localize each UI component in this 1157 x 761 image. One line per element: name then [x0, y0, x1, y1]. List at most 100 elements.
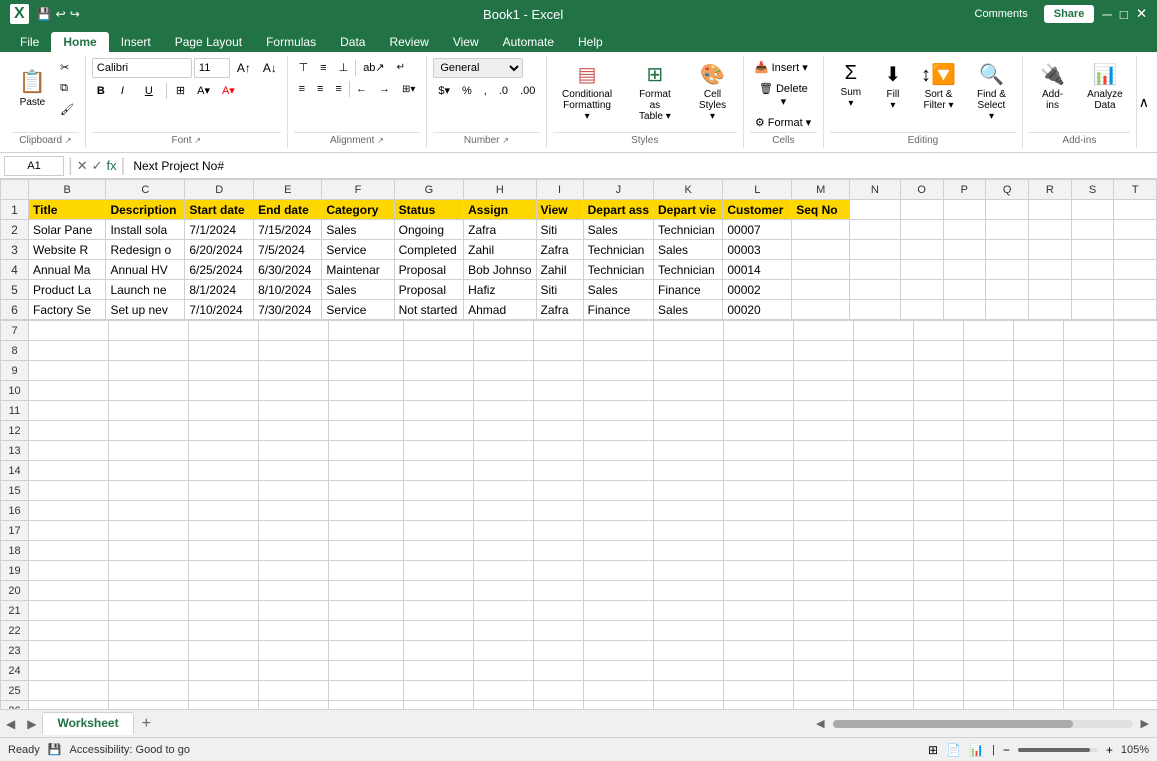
cell-empty[interactable]	[259, 541, 329, 561]
cell-empty[interactable]	[794, 601, 854, 621]
cell-empty[interactable]	[794, 621, 854, 641]
cell-empty[interactable]	[474, 601, 534, 621]
align-bottom-btn[interactable]: ⊥	[334, 58, 354, 77]
cell-empty[interactable]	[914, 401, 964, 421]
cell-J2[interactable]: Sales	[583, 220, 653, 240]
cell-K2[interactable]: Technician	[654, 220, 723, 240]
cell-empty[interactable]	[534, 421, 584, 441]
normal-view-btn[interactable]: ⊞	[928, 743, 938, 757]
cell-empty[interactable]	[474, 341, 534, 361]
cell-empty[interactable]	[654, 441, 724, 461]
cell-C3[interactable]: Redesign o	[106, 240, 185, 260]
col-header-C[interactable]: C	[106, 180, 185, 200]
cell-K6[interactable]: Sales	[654, 300, 723, 320]
align-middle-btn[interactable]: ≡	[315, 59, 331, 77]
cell-J5[interactable]: Sales	[583, 280, 653, 300]
cell-empty[interactable]	[854, 341, 914, 361]
cell-empty[interactable]	[724, 501, 794, 521]
cell-F2[interactable]: Sales	[322, 220, 394, 240]
cell-empty[interactable]	[534, 601, 584, 621]
cell-empty[interactable]	[474, 561, 534, 581]
cell-empty[interactable]	[1064, 441, 1114, 461]
cell-B6[interactable]: Factory Se	[29, 300, 106, 320]
cell-empty[interactable]	[964, 401, 1014, 421]
cell-empty[interactable]	[914, 661, 964, 681]
cell-empty[interactable]	[1114, 621, 1157, 641]
cell-D4[interactable]: 6/25/2024	[185, 260, 254, 280]
cell-M5[interactable]	[792, 280, 850, 300]
cell-R1[interactable]	[1029, 200, 1072, 220]
cell-P4[interactable]	[943, 260, 986, 280]
cell-styles-button[interactable]: 🎨 CellStyles ▾	[688, 58, 737, 126]
cell-empty[interactable]	[29, 401, 109, 421]
cell-D1[interactable]: Start date	[185, 200, 254, 220]
cell-empty[interactable]	[404, 661, 474, 681]
cell-empty[interactable]	[1064, 701, 1114, 710]
cell-Q3[interactable]	[986, 240, 1029, 260]
cell-empty[interactable]	[1014, 461, 1064, 481]
cell-empty[interactable]	[914, 481, 964, 501]
cell-empty[interactable]	[1114, 481, 1157, 501]
cell-empty[interactable]	[1064, 581, 1114, 601]
cell-empty[interactable]	[1014, 481, 1064, 501]
cell-empty[interactable]	[964, 681, 1014, 701]
cell-C4[interactable]: Annual HV	[106, 260, 185, 280]
cell-E1[interactable]: End date	[254, 200, 322, 220]
cell-reference-box[interactable]: A1	[4, 156, 64, 176]
tab-insert[interactable]: Insert	[109, 32, 163, 52]
cell-C2[interactable]: Install sola	[106, 220, 185, 240]
cell-empty[interactable]	[1014, 621, 1064, 641]
cell-M3[interactable]	[792, 240, 850, 260]
cell-empty[interactable]	[404, 581, 474, 601]
cell-empty[interactable]	[474, 401, 534, 421]
cell-empty[interactable]	[534, 461, 584, 481]
cell-empty[interactable]	[654, 541, 724, 561]
cell-H5[interactable]: Hafiz	[464, 280, 536, 300]
tab-page-layout[interactable]: Page Layout	[163, 32, 254, 52]
cell-empty[interactable]	[29, 441, 109, 461]
cell-empty[interactable]	[29, 561, 109, 581]
cell-D3[interactable]: 6/20/2024	[185, 240, 254, 260]
cell-E5[interactable]: 8/10/2024	[254, 280, 322, 300]
cell-empty[interactable]	[1114, 601, 1157, 621]
cell-empty[interactable]	[854, 561, 914, 581]
cell-empty[interactable]	[654, 701, 724, 710]
cell-empty[interactable]	[1114, 401, 1157, 421]
cell-empty[interactable]	[534, 581, 584, 601]
cell-I6[interactable]: Zafra	[536, 300, 583, 320]
cell-empty[interactable]	[1064, 381, 1114, 401]
share-button[interactable]: Share	[1044, 5, 1095, 23]
cell-empty[interactable]	[584, 401, 654, 421]
col-header-R[interactable]: R	[1029, 180, 1072, 200]
cell-empty[interactable]	[1064, 341, 1114, 361]
cell-empty[interactable]	[474, 501, 534, 521]
cell-empty[interactable]	[584, 681, 654, 701]
find-select-button[interactable]: 🔍 Find &Select ▾	[967, 58, 1016, 126]
cell-empty[interactable]	[29, 701, 109, 710]
cell-E3[interactable]: 7/5/2024	[254, 240, 322, 260]
insert-cells-button[interactable]: 📥 Insert ▾	[750, 58, 817, 77]
cell-empty[interactable]	[259, 521, 329, 541]
cell-empty[interactable]	[1014, 541, 1064, 561]
cell-empty[interactable]	[724, 661, 794, 681]
cell-empty[interactable]	[404, 341, 474, 361]
tab-home[interactable]: Home	[51, 32, 108, 52]
wrap-text-btn[interactable]: ↵	[392, 59, 410, 76]
close-btn[interactable]: ✕	[1136, 6, 1147, 22]
cell-empty[interactable]	[534, 561, 584, 581]
cell-empty[interactable]	[329, 661, 404, 681]
cell-empty[interactable]	[654, 521, 724, 541]
cell-empty[interactable]	[1114, 541, 1157, 561]
cell-empty[interactable]	[964, 361, 1014, 381]
cell-empty[interactable]	[109, 521, 189, 541]
col-header-M[interactable]: M	[792, 180, 850, 200]
cell-empty[interactable]	[854, 381, 914, 401]
decrease-indent-btn[interactable]: ←	[351, 80, 372, 98]
cell-empty[interactable]	[584, 321, 654, 341]
horizontal-scrollbar-track[interactable]	[833, 720, 1133, 728]
cell-O5[interactable]	[900, 280, 943, 300]
tab-automate[interactable]: Automate	[491, 32, 566, 52]
cell-empty[interactable]	[1064, 661, 1114, 681]
cell-empty[interactable]	[854, 321, 914, 341]
cell-empty[interactable]	[109, 641, 189, 661]
